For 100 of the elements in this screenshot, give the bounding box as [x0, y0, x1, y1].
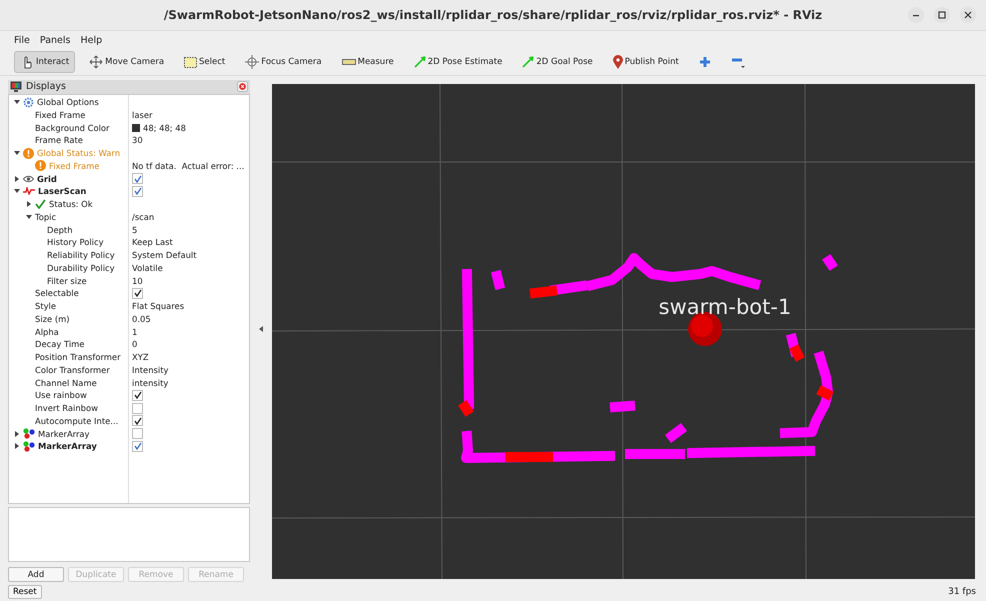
property-value: intensity — [132, 378, 168, 388]
reset-button[interactable]: Reset — [8, 584, 42, 598]
property-label: Position Transformer — [35, 352, 121, 362]
arrow-icon — [414, 56, 426, 68]
property-value: 48; 48; 48 — [143, 122, 186, 133]
property-value: 10 — [132, 276, 143, 286]
warning-icon — [35, 160, 46, 172]
checkbox[interactable] — [132, 428, 143, 440]
property-label: Invert Rainbow — [35, 403, 98, 414]
property-value: 1 — [132, 326, 138, 337]
caret-icon[interactable] — [14, 443, 20, 450]
property-label: Selectable — [35, 288, 79, 298]
monitor-icon — [10, 81, 22, 92]
tool-button[interactable]: 2D Pose Estimate — [408, 51, 508, 73]
plus-icon — [698, 56, 711, 68]
property-label: Style — [35, 301, 56, 312]
check-icon — [35, 199, 46, 210]
caret-icon[interactable] — [26, 201, 32, 208]
collapse-arrow-icon[interactable] — [259, 326, 263, 332]
property-label: Fixed Frame — [49, 160, 100, 171]
maximize-icon[interactable] — [934, 7, 950, 23]
property-label: Fixed Frame — [35, 110, 86, 120]
property-label: Global Status: Warn — [37, 148, 120, 158]
checkbox[interactable] — [132, 390, 143, 401]
tool-button[interactable]: Publish Point — [606, 51, 685, 73]
property-label: Grid — [37, 174, 57, 184]
property-label: Alpha — [35, 326, 59, 337]
property-label: Background Color — [35, 122, 110, 133]
property-label: LaserScan — [38, 186, 86, 196]
menu-item[interactable]: Help — [80, 34, 102, 46]
minimize-icon[interactable] — [908, 7, 924, 23]
checkbox[interactable] — [132, 173, 143, 184]
property-label: Global Options — [37, 97, 99, 108]
eye-icon — [23, 174, 34, 183]
property-label: Color Transformer — [35, 364, 110, 375]
caret-icon[interactable] — [14, 150, 20, 156]
menu-item[interactable]: Panels — [40, 34, 70, 46]
property-label: MarkerArray — [38, 441, 97, 452]
tool-button[interactable]: Select — [178, 51, 232, 73]
property-value: 30 — [132, 135, 143, 146]
menu-item[interactable]: File — [14, 34, 30, 46]
property-value: 0.05 — [132, 314, 151, 324]
dots-icon — [23, 440, 35, 452]
caret-icon[interactable] — [14, 176, 20, 182]
3d-viewport[interactable]: swarm-bot-1 — [272, 84, 975, 579]
ruler-icon — [342, 58, 356, 66]
property-label: Reliability Policy — [47, 250, 115, 260]
tool-button[interactable]: Interact — [14, 51, 76, 73]
property-label: Durability Policy — [47, 262, 115, 273]
crosshair-icon — [245, 55, 260, 69]
property-label: Frame Rate — [35, 135, 83, 146]
panel-button[interactable]: Add — [8, 567, 64, 582]
property-label: Size (m) — [35, 314, 70, 324]
warning-icon — [23, 148, 34, 159]
window-title: /SwarmRobot-JetsonNano/ros2_ws/install/rplidar_ros/share/rplidar_ros/rviz/rplidar_ros.rviz* - RViz — [164, 8, 822, 22]
caret-icon[interactable] — [14, 430, 20, 437]
gear-icon — [23, 96, 34, 108]
property-value: 0 — [132, 339, 138, 350]
tool-button[interactable]: 2D Goal Pose — [516, 51, 599, 73]
caret-icon[interactable] — [26, 214, 32, 220]
property-value: Flat Squares — [132, 301, 184, 312]
wave-icon — [23, 187, 35, 196]
property-label: History Policy — [47, 237, 104, 248]
property-label: Status: Ok — [49, 199, 93, 210]
checkbox[interactable] — [132, 415, 143, 426]
tool-button[interactable]: Measure — [336, 51, 400, 73]
arrow-icon — [522, 56, 534, 68]
dots-icon — [23, 428, 35, 440]
close-icon[interactable] — [237, 81, 248, 92]
property-value: XYZ — [132, 352, 149, 362]
checkbox[interactable] — [132, 288, 143, 299]
caret-icon[interactable] — [14, 188, 20, 194]
property-label: Decay Time — [35, 339, 84, 350]
four-way-arrow-icon — [89, 55, 104, 69]
property-label: Use rainbow — [35, 390, 87, 400]
property-value: Keep Last — [132, 237, 173, 248]
caret-icon[interactable] — [14, 99, 20, 106]
property-value: No tf data. Actual error: ... — [132, 160, 244, 171]
checkbox[interactable] — [132, 402, 143, 414]
tool-button[interactable]: Move Camera — [83, 51, 170, 73]
property-label: MarkerArray — [38, 428, 90, 439]
checkbox[interactable] — [132, 440, 143, 452]
property-label: Autocompute Inte... — [35, 416, 118, 426]
fps-counter: 31 fps — [948, 586, 976, 596]
property-value: laser — [132, 110, 152, 120]
property-value: 5 — [132, 224, 138, 235]
property-label: Depth — [47, 224, 73, 235]
robot-label: swarm-bot-1 — [658, 295, 792, 319]
tool-button[interactable]: Focus Camera — [239, 51, 328, 73]
panel-title: Displays — [26, 81, 67, 92]
property-value: System Default — [132, 250, 196, 260]
property-value: /scan — [132, 212, 154, 222]
property-value: Volatile — [132, 262, 163, 273]
map-pin-icon — [612, 55, 623, 69]
property-label: Channel Name — [35, 378, 97, 388]
close-icon[interactable] — [960, 7, 976, 23]
property-label: Filter size — [47, 276, 87, 286]
selection-rectangle-icon — [184, 56, 198, 68]
checkbox[interactable] — [132, 186, 143, 197]
property-label: Topic — [35, 212, 56, 222]
